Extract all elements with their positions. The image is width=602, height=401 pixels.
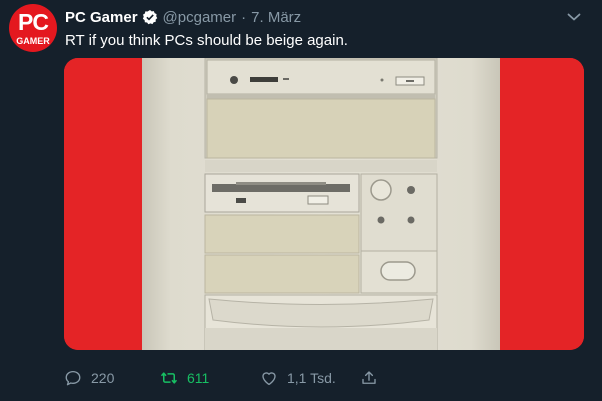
retweet-icon xyxy=(160,372,178,384)
avatar-logo-text: PC xyxy=(18,9,49,35)
reply-count: 220 xyxy=(91,370,115,386)
tweet-media[interactable] xyxy=(64,58,584,350)
reply-button[interactable]: 220 xyxy=(64,366,114,390)
share-button[interactable] xyxy=(360,366,387,390)
avatar[interactable]: PC GAMER xyxy=(9,4,57,52)
retweet-button[interactable]: 611 xyxy=(160,366,209,390)
avatar-logo-subtext: GAMER xyxy=(16,36,50,46)
verified-badge-icon xyxy=(142,10,157,25)
tweet-date[interactable]: 7. März xyxy=(251,9,301,26)
heart-icon xyxy=(262,372,276,386)
tweet-header: PC Gamer @pcgamer · 7. März xyxy=(65,7,301,27)
share-icon xyxy=(362,371,376,384)
author-name[interactable]: PC Gamer xyxy=(65,9,138,26)
beige-pc-tower-image xyxy=(64,58,584,350)
tweet-actions: 220 611 1,1 Tsd. xyxy=(64,366,394,390)
header-separator: · xyxy=(241,8,247,26)
tweet-text: RT if you think PCs should be beige agai… xyxy=(65,32,348,49)
chevron-down-icon[interactable] xyxy=(565,8,583,26)
like-count: 1,1 Tsd. xyxy=(287,370,336,386)
retweet-count: 611 xyxy=(187,370,210,386)
author-handle[interactable]: @pcgamer xyxy=(163,9,237,26)
reply-icon xyxy=(65,370,81,386)
like-button[interactable]: 1,1 Tsd. xyxy=(260,366,336,390)
